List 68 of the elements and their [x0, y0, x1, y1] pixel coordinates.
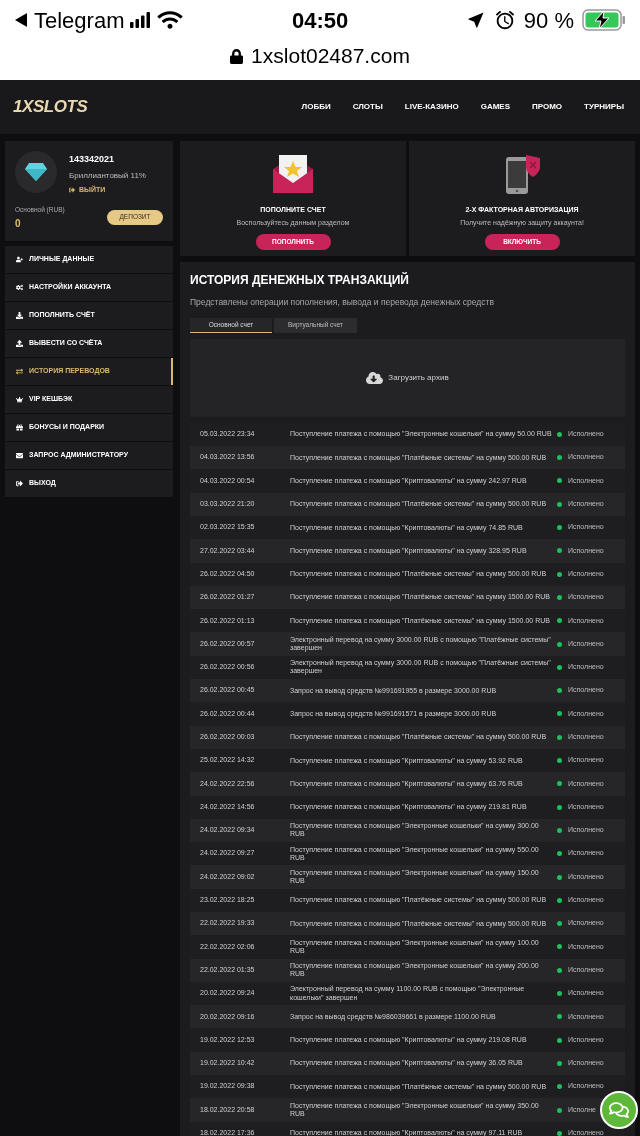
- status-dot-icon: [557, 641, 562, 647]
- status-dot-icon: [557, 431, 562, 437]
- status-dot-icon: [557, 455, 562, 461]
- status-dot-icon: [557, 967, 562, 973]
- nav-link[interactable]: ТУРНИРЫ: [584, 101, 624, 113]
- status-dot-icon: [557, 827, 562, 833]
- user-plus-icon: [16, 256, 23, 263]
- status-dot-icon: [557, 594, 562, 600]
- nav-link[interactable]: ПРОМО: [532, 101, 563, 113]
- status-dot-icon: [557, 1014, 562, 1020]
- status-dot-icon: [557, 664, 562, 670]
- status-dot-icon: [557, 711, 562, 717]
- gears-icon: [16, 284, 23, 291]
- status-dot-icon: [557, 851, 562, 857]
- sign-out-icon: [69, 186, 75, 193]
- wifi-icon: [156, 10, 185, 30]
- crown-icon: [16, 396, 23, 403]
- status-dot-icon: [557, 548, 562, 554]
- status-dot-icon: [557, 525, 562, 531]
- status-dot-icon: [557, 688, 562, 694]
- envelope-icon: [16, 452, 23, 459]
- logo[interactable]: 1XSLOTS: [13, 94, 88, 120]
- status-dot-icon: [557, 921, 562, 927]
- download-archive-button[interactable]: Загрузить архив: [366, 370, 449, 385]
- status-dot-icon: [557, 734, 562, 740]
- sign-out-icon: [16, 480, 23, 487]
- url-text[interactable]: 1xslot02487.com: [251, 40, 410, 72]
- loyalty-level: Бриллиантовый 11%: [69, 169, 146, 182]
- status-dot-icon: [557, 501, 562, 507]
- envelope-star-icon: [271, 153, 315, 195]
- clock: 04:50: [292, 6, 349, 35]
- status-dot-icon: [557, 781, 562, 787]
- signal-icon: [130, 12, 151, 28]
- status-dot-icon: [557, 874, 562, 880]
- status-dot-icon: [557, 1107, 562, 1113]
- user-id: 143342021: [69, 153, 116, 166]
- nav-link[interactable]: GAMES: [480, 101, 510, 113]
- upload-icon: [16, 340, 23, 347]
- status-dot-icon: [557, 758, 562, 764]
- chat-icon: [609, 1100, 629, 1120]
- alarm-icon: [493, 9, 516, 31]
- status-dot-icon: [557, 571, 562, 577]
- status-dot-icon: [557, 991, 562, 996]
- download-icon: [16, 312, 23, 319]
- status-dot-icon: [557, 618, 562, 624]
- status-dot-icon: [557, 1060, 562, 1066]
- back-icon[interactable]: [14, 12, 28, 28]
- gift-icon: [16, 424, 23, 431]
- nav-link[interactable]: ЛОББИ: [301, 101, 331, 113]
- nav-link[interactable]: LIVE-КАЗИНО: [404, 101, 459, 113]
- exchange-icon: [16, 368, 23, 375]
- status-dot-icon: [557, 1130, 562, 1136]
- battery-charging-icon: [582, 9, 626, 31]
- diamond-avatar: [15, 151, 57, 193]
- status-dot-icon: [557, 897, 562, 903]
- battery-percent: 90 %: [523, 6, 574, 35]
- history-title: ИСТОРИЯ ДЕНЕЖНЫХ ТРАНЗАКЦИЙ: [190, 271, 410, 289]
- lock-icon: [230, 48, 244, 64]
- status-dot-icon: [557, 944, 562, 950]
- status-dot-icon: [557, 1037, 562, 1043]
- status-dot-icon: [557, 1084, 562, 1090]
- back-app-label[interactable]: Telegram: [34, 3, 125, 37]
- status-dot-icon: [557, 804, 562, 810]
- cloud-download-icon: [366, 370, 384, 385]
- status-dot-icon: [557, 478, 562, 484]
- balance-value: 0: [15, 216, 22, 231]
- history-subtitle: Представлены операции пополнения, вывода и перевода денежных средств: [190, 296, 495, 309]
- nav-link[interactable]: СЛОТЫ: [352, 101, 383, 113]
